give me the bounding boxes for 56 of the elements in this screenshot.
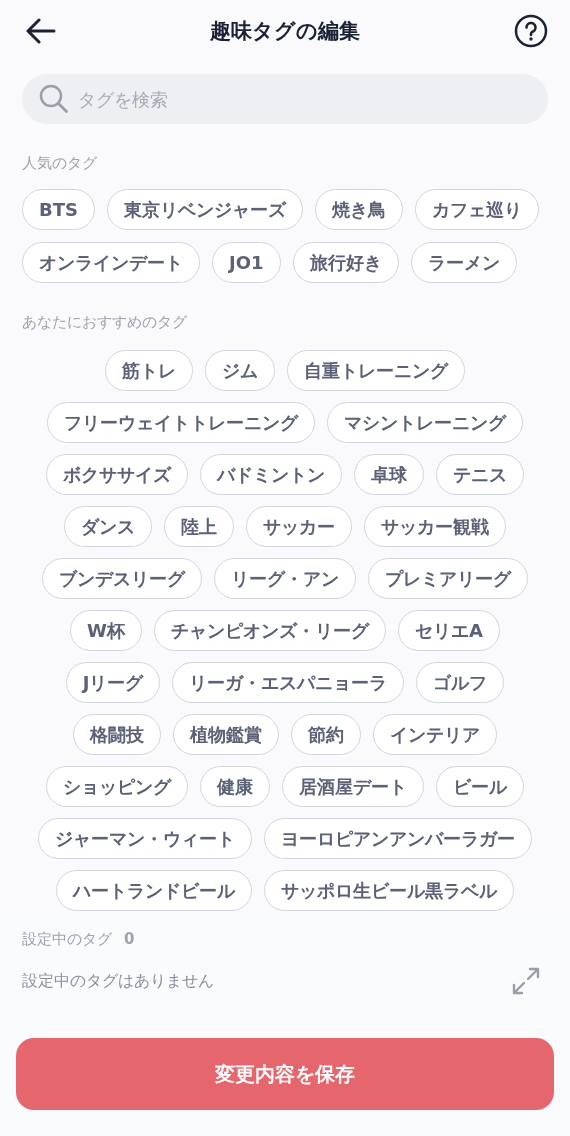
- back-arrow-icon: [26, 18, 56, 44]
- tag-chip[interactable]: ラーメン: [410, 242, 517, 283]
- tag-chip[interactable]: ブンデスリーグ: [42, 558, 202, 599]
- tag-chip[interactable]: チャンピオンズ・リーグ: [153, 610, 386, 651]
- save-button[interactable]: 変更内容を保存: [16, 1038, 554, 1110]
- tag-chip[interactable]: 居酒屋デート: [282, 766, 424, 807]
- tag-chip[interactable]: サッポロ生ビール黒ラベル: [264, 870, 514, 911]
- tag-chip[interactable]: ゴルフ: [416, 662, 505, 703]
- tag-chip[interactable]: 植物鑑賞: [173, 714, 279, 755]
- expand-icon[interactable]: [512, 967, 540, 995]
- tag-chip[interactable]: 自重トレーニング: [287, 350, 465, 391]
- tag-chip[interactable]: バドミントン: [200, 454, 342, 495]
- empty-message: 設定中のタグはありません: [22, 970, 214, 992]
- tag-chip[interactable]: 節約: [291, 714, 361, 755]
- help-icon: [514, 14, 548, 48]
- tag-chip[interactable]: 格闘技: [73, 714, 161, 755]
- tag-chip[interactable]: 健康: [200, 766, 270, 807]
- tag-chip[interactable]: ハートランドビール: [56, 870, 252, 911]
- tag-chip[interactable]: マシントレーニング: [327, 402, 523, 443]
- tag-chip[interactable]: リーガ・エスパニョーラ: [172, 662, 405, 703]
- tag-chip[interactable]: JO1: [212, 242, 281, 283]
- tag-chip[interactable]: ボクササイズ: [46, 454, 188, 495]
- section-label: 人気のタグ: [22, 154, 98, 173]
- tag-chip[interactable]: ダンス: [64, 506, 152, 547]
- tag-chip[interactable]: ビール: [436, 766, 524, 807]
- tag-chip[interactable]: テニス: [436, 454, 524, 495]
- tag-chip[interactable]: BTS: [22, 189, 95, 230]
- tag-chip[interactable]: W杯: [70, 610, 142, 651]
- tag-chip[interactable]: Jリーグ: [65, 662, 161, 703]
- search-field[interactable]: タグを検索: [22, 74, 548, 124]
- tag-chip[interactable]: ショッピング: [46, 766, 188, 807]
- tag-chip[interactable]: オンラインデート: [22, 242, 200, 283]
- tag-chip[interactable]: ヨーロピアンアンバーラガー: [264, 818, 532, 859]
- tag-chip[interactable]: 東京リベンジャーズ: [106, 189, 303, 230]
- tag-chip[interactable]: サッカー: [246, 506, 352, 547]
- tag-chip[interactable]: 旅行好き: [292, 242, 399, 283]
- section-label: あなたにおすすめのタグ: [22, 313, 188, 332]
- tag-chip[interactable]: 陸上: [164, 506, 234, 547]
- section-label: 設定中のタグ: [22, 930, 112, 949]
- tag-chip[interactable]: ジム: [205, 350, 275, 391]
- tag-chip[interactable]: フリーウェイトトレーニング: [47, 402, 315, 443]
- tag-chip[interactable]: 卓球: [354, 454, 424, 495]
- page-title: 趣味タグの編集: [210, 18, 360, 45]
- tag-chip[interactable]: サッカー観戦: [364, 506, 506, 547]
- tag-count: 0: [124, 930, 135, 949]
- tag-chip[interactable]: リーグ・アン: [214, 558, 356, 599]
- back-button[interactable]: [26, 18, 56, 44]
- search-icon: [38, 83, 70, 115]
- tag-chip[interactable]: カフェ巡り: [414, 189, 539, 230]
- help-button[interactable]: [514, 14, 548, 48]
- tag-chip[interactable]: 焼き鳥: [314, 189, 403, 230]
- tag-chip[interactable]: インテリア: [373, 714, 497, 755]
- tag-chip[interactable]: 筋トレ: [105, 350, 193, 391]
- tag-chip[interactable]: ジャーマン・ウィート: [38, 818, 252, 859]
- tag-chip[interactable]: プレミアリーグ: [368, 558, 528, 599]
- tag-chip[interactable]: セリエA: [397, 610, 500, 651]
